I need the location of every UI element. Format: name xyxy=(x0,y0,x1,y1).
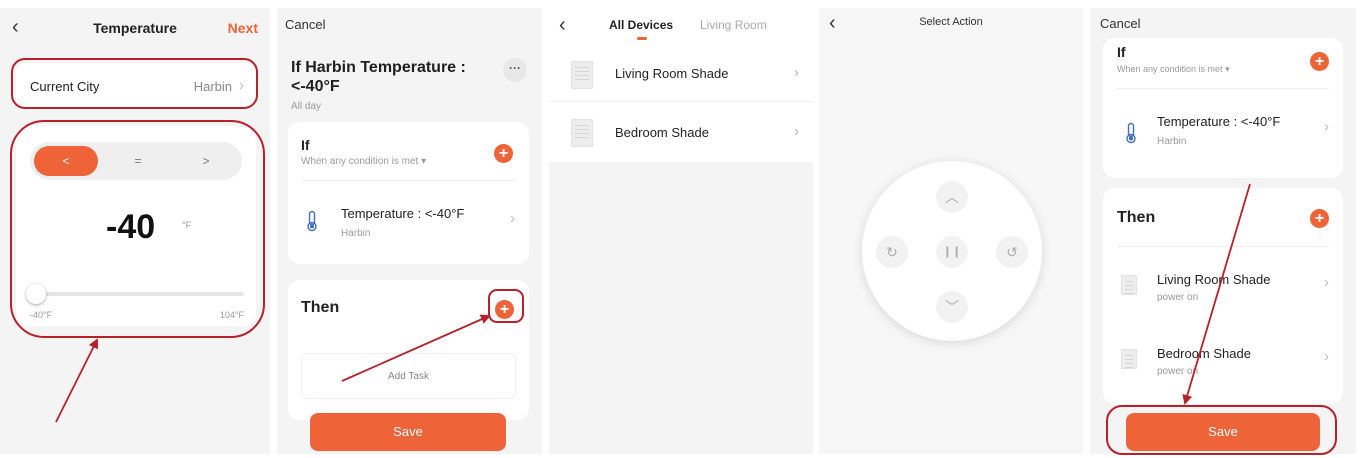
device-list-item[interactable]: Bedroom Shade › xyxy=(549,104,813,162)
condition-city: Harbin xyxy=(341,228,371,239)
scene-edit-screen: Cancel If Harbin Temperature : <-40°F ··… xyxy=(277,8,542,454)
more-options-icon[interactable]: ··· xyxy=(503,58,527,82)
empty-area xyxy=(549,162,813,454)
thermometer-icon xyxy=(307,210,317,232)
chevron-right-icon: › xyxy=(794,123,799,140)
add-task-plus-icon[interactable]: + xyxy=(1310,209,1329,228)
condition-city: Harbin xyxy=(1157,136,1187,147)
shade-icon xyxy=(571,119,593,147)
if-card: If When any condition is met ▾ + Tempera… xyxy=(1103,38,1343,178)
chevron-right-icon: › xyxy=(1324,274,1329,291)
if-heading: If xyxy=(301,137,310,153)
add-task-button[interactable]: Add Task xyxy=(301,353,516,399)
condition-row[interactable]: Temperature : <-40°F Harbin › xyxy=(288,184,529,256)
divider xyxy=(1117,88,1329,89)
chevron-right-icon: › xyxy=(510,210,515,227)
add-condition-plus-icon[interactable]: + xyxy=(494,144,513,163)
schedule-label: All day xyxy=(291,101,322,112)
tab-living-room[interactable]: Living Room xyxy=(700,18,767,32)
device-name: Living Room Shade xyxy=(615,66,729,81)
highlight-then-plus xyxy=(488,289,524,323)
tutorial-screenshot-strip: ‹ Temperature Next Current City Harbin ›… xyxy=(0,0,1361,458)
task-status: power on xyxy=(1157,366,1199,377)
shade-icon xyxy=(1121,275,1137,295)
then-heading: Then xyxy=(1117,209,1156,226)
device-name: Bedroom Shade xyxy=(615,125,709,140)
condition-mode-label: When any condition is met xyxy=(1117,64,1223,74)
tab-all-devices[interactable]: All Devices xyxy=(609,18,673,32)
task-name: Living Room Shade xyxy=(1157,272,1271,287)
task-row[interactable]: Bedroom Shade power on › xyxy=(1103,326,1343,398)
device-list-item[interactable]: Living Room Shade › xyxy=(549,48,813,102)
open-up-button[interactable]: ︿ xyxy=(936,181,968,213)
pause-button[interactable]: ❙❙ xyxy=(936,236,968,268)
condition-mode-label: When any condition is met xyxy=(301,156,419,167)
condition-title: Temperature : <-40°F xyxy=(341,206,465,221)
shade-control-pad: ︿ ﹀ ↻ ❙❙ ↺ xyxy=(862,161,1042,341)
rotate-right-button[interactable]: ↺ xyxy=(996,236,1028,268)
condition-mode-selector[interactable]: When any condition is met ▾ xyxy=(301,156,426,167)
divider xyxy=(1117,246,1329,247)
device-select-screen: ‹ All Devices Living Room Living Room Sh… xyxy=(549,8,813,454)
add-condition-plus-icon[interactable]: + xyxy=(1310,52,1329,71)
then-card: Then + Living Room Shade power on › Bedr… xyxy=(1103,188,1343,404)
caret-down-icon: ▾ xyxy=(421,156,427,167)
chevron-right-icon: › xyxy=(794,64,799,81)
task-status: power on xyxy=(1157,292,1199,303)
next-button[interactable]: Next xyxy=(228,20,258,36)
divider xyxy=(301,180,516,181)
highlight-save-button xyxy=(1106,405,1337,455)
chevron-right-icon: › xyxy=(1324,348,1329,365)
chevron-right-icon: › xyxy=(1324,118,1329,135)
rotate-left-button[interactable]: ↻ xyxy=(876,236,908,268)
condition-mode-selector[interactable]: When any condition is met ▾ xyxy=(1117,64,1230,75)
close-down-button[interactable]: ﹀ xyxy=(936,291,968,323)
highlight-temperature-card xyxy=(10,120,265,338)
save-button[interactable]: Save xyxy=(310,413,506,451)
task-row[interactable]: Living Room Shade power on › xyxy=(1103,252,1343,324)
scene-summary-screen: Cancel If When any condition is met ▾ + … xyxy=(1090,8,1356,454)
caret-down-icon: ▾ xyxy=(1225,64,1230,74)
condition-row[interactable]: Temperature : <-40°F Harbin › xyxy=(1103,92,1343,168)
condition-title: Temperature : <-40°F xyxy=(1157,114,1281,129)
thermometer-icon xyxy=(1126,122,1136,144)
shade-icon xyxy=(571,61,593,89)
then-heading: Then xyxy=(301,299,340,316)
scene-title: If Harbin Temperature : <-40°F xyxy=(291,59,466,95)
cancel-button[interactable]: Cancel xyxy=(285,17,325,32)
cancel-button[interactable]: Cancel xyxy=(1100,16,1140,31)
if-card: If When any condition is met ▾ + Tempera… xyxy=(288,122,529,264)
shade-icon xyxy=(1121,349,1137,369)
back-arrow-icon[interactable]: ‹ xyxy=(559,14,566,37)
add-task-label: Add Task xyxy=(388,371,429,382)
active-tab-indicator xyxy=(637,37,647,40)
highlight-current-city xyxy=(11,58,258,109)
select-action-screen: ‹ Select Action ︿ ﹀ ↻ ❙❙ ↺ xyxy=(819,8,1083,454)
page-title: Select Action xyxy=(919,16,983,28)
if-heading: If xyxy=(1117,44,1126,60)
task-name: Bedroom Shade xyxy=(1157,346,1251,361)
